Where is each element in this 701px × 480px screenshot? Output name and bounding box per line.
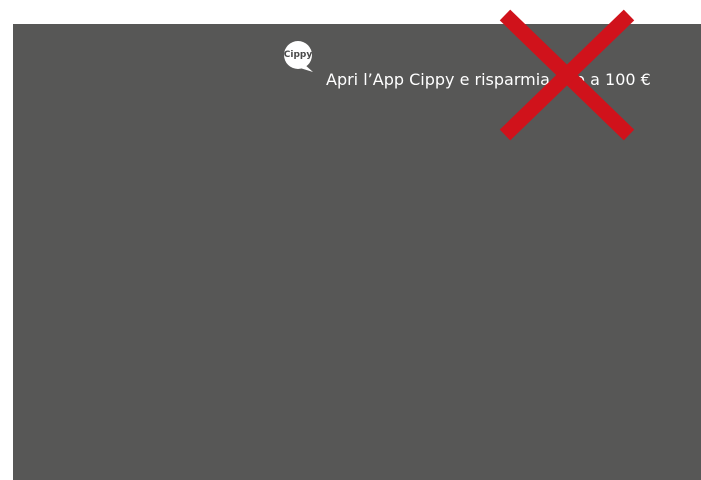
close-x-icon[interactable] <box>494 4 640 146</box>
logo-label: Cippy <box>283 50 313 60</box>
app-banner-screen: Cippy Apri l’App Cippy e risparmia fino … <box>0 0 701 480</box>
